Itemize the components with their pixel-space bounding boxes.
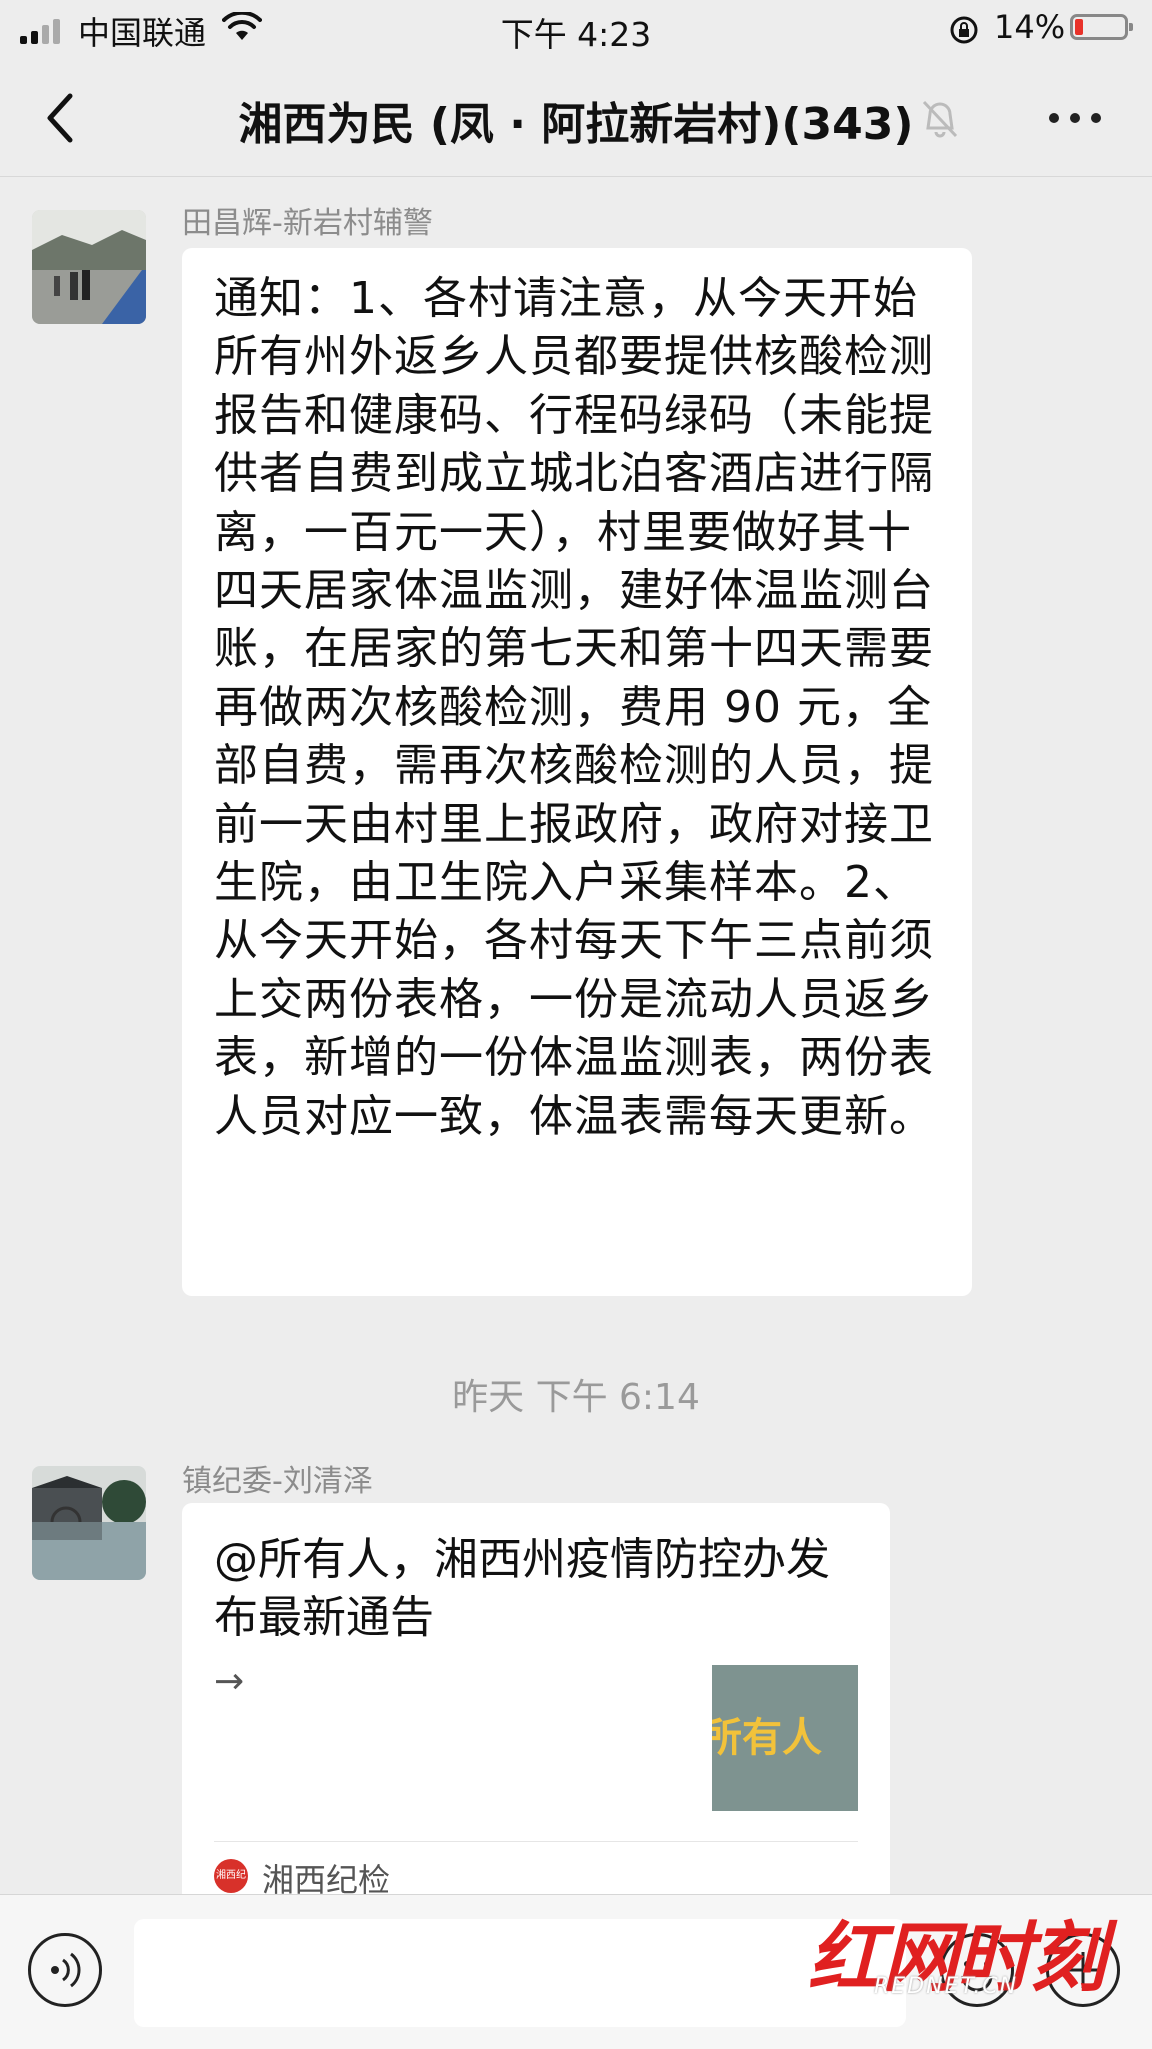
sender-name: 田昌辉-新岩村辅警 [182,206,433,241]
thumbnail-text: 所有人 [712,1715,822,1761]
watermark-subtext: REDNET.CN [874,1974,1019,1999]
rotation-lock-icon [950,16,978,44]
mute-bell-icon [922,100,958,138]
watermark-logo: 红网时刻 REDNET.CN [808,1896,1108,2006]
chat-title: 湘西为民 (凤 · 阿拉新岩村)(343) [238,99,914,150]
source-logo-icon: 湘西纪检 [214,1859,248,1893]
avatar[interactable] [32,1466,146,1580]
arrow-icon: → [214,1661,245,1702]
voice-icon[interactable] [28,1933,102,2007]
divider [214,1841,858,1842]
message-text: 通知：1、各村请注意，从今天开始所有州外返乡人员都要提供核酸检测报告和健康码、行… [214,273,934,1142]
chat-timestamp: 昨天 下午 6:14 [452,1377,700,1418]
avatar[interactable] [32,210,146,324]
more-dots-icon[interactable] [1045,103,1105,131]
battery-percent: 14% [994,8,1066,46]
message-input[interactable] [134,1919,906,2027]
status-bar: 中国联通 下午 4:23 14% [0,0,1152,58]
card-title: @所有人，湘西州疫情防控办发布最新通告 [214,1534,830,1643]
battery-icon [1070,14,1133,40]
message-bubble[interactable]: 通知：1、各村请注意，从今天开始所有州外返乡人员都要提供核酸检测报告和健康码、行… [182,248,972,1296]
link-card[interactable]: @所有人，湘西州疫情防控办发布最新通告 → 所有人 湘西纪检 湘西纪检 [182,1503,890,1903]
card-thumbnail: 所有人 [712,1665,858,1811]
chat-header: 湘西为民 (凤 · 阿拉新岩村)(343) [0,58,1152,177]
sender-name: 镇纪委-刘清泽 [182,1464,373,1499]
